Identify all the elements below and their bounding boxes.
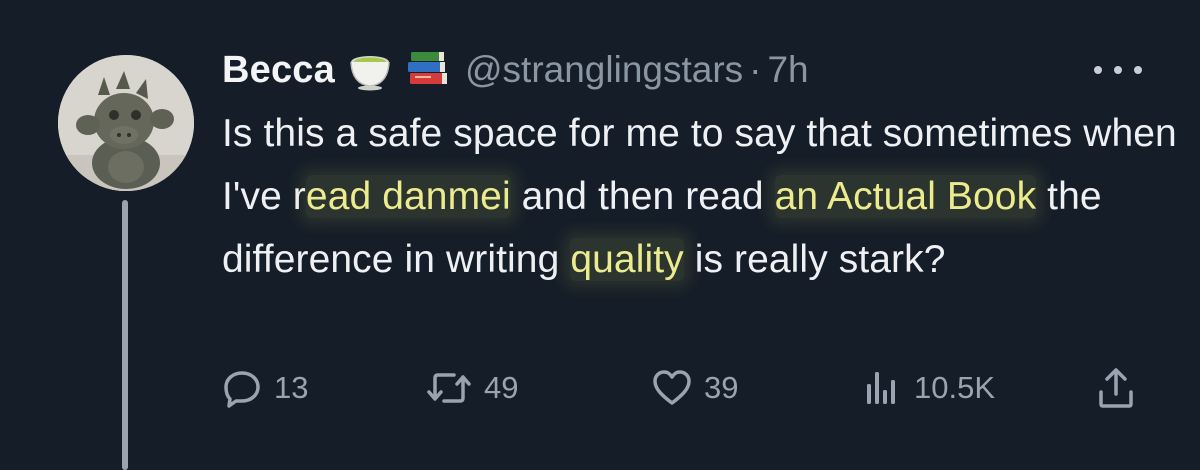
- like-button[interactable]: 39: [652, 360, 738, 416]
- teacup-icon: [347, 48, 393, 92]
- views-button[interactable]: 10.5K: [862, 360, 995, 416]
- views-icon: [862, 368, 902, 408]
- reply-count: 13: [274, 370, 309, 405]
- retweet-count: 49: [484, 370, 519, 405]
- view-count: 10.5K: [914, 370, 996, 405]
- reply-icon: [222, 368, 262, 408]
- retweet-button[interactable]: 49: [426, 360, 518, 416]
- text-segment: is really stark?: [683, 238, 946, 281]
- heart-icon: [652, 368, 692, 408]
- highlighted-text: quality: [570, 238, 684, 281]
- dragon-statue-avatar-image: [58, 55, 194, 191]
- text-segment: and then read: [510, 175, 775, 218]
- share-button[interactable]: [1096, 360, 1136, 416]
- highlighted-text: an Actual Book: [774, 175, 1037, 218]
- tweet-text: Is this a safe space for me to say that …: [222, 102, 1182, 291]
- highlighted-text: ead danmei: [305, 175, 511, 218]
- reply-button[interactable]: 13: [222, 360, 308, 416]
- thread-line: [122, 200, 128, 470]
- retweet-icon: [426, 368, 472, 408]
- avatar[interactable]: [58, 55, 194, 191]
- display-name[interactable]: Becca: [222, 49, 335, 92]
- separator-dot: ·: [749, 49, 762, 90]
- timestamp[interactable]: 7h: [767, 49, 808, 91]
- tweet-header: Becca @stranglingstars · 7h: [222, 44, 809, 96]
- tweet[interactable]: Becca @stranglingstars · 7h Is this a sa…: [0, 0, 1200, 470]
- share-icon: [1096, 366, 1136, 410]
- user-handle[interactable]: @stranglingstars: [465, 49, 743, 91]
- like-count: 39: [704, 370, 739, 405]
- action-bar: 13 49 39 10.5K: [222, 360, 1142, 416]
- more-options-icon[interactable]: [1094, 62, 1142, 78]
- books-icon: [405, 48, 451, 92]
